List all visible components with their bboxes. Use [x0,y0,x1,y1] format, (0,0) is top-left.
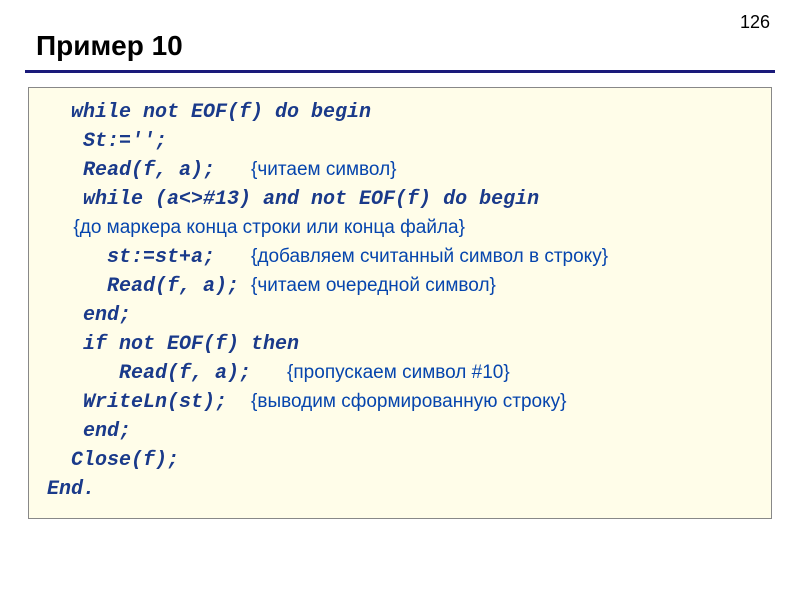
code-line-10a: Read(f, a); [47,362,287,385]
slide-title: Пример 10 [0,0,800,70]
code-line-14: End. [47,478,95,501]
code-line-13: Close(f); [47,449,179,472]
code-line-1: while not EOF(f) do begin [47,101,371,124]
comment-10: {пропускаем символ #10} [287,362,510,383]
code-line-11a: WriteLn(st); [47,391,251,414]
comment-7: {читаем очередной символ} [251,275,496,296]
code-line-7a: Read(f, a); [47,275,251,298]
comment-6: {добавляем считанный символ в строку} [251,246,608,267]
code-line-3a: Read(f, a); [47,159,251,182]
comment-3: {читаем символ} [251,159,396,180]
page-number: 126 [740,12,770,33]
comment-11: {выводим сформированную строку} [251,391,566,412]
code-line-8: end; [47,304,131,327]
code-line-12: end; [47,420,131,443]
code-line-4: while (a<>#13) and not EOF(f) do begin [47,188,539,211]
code-line-2: St:=''; [47,130,167,153]
title-underline [25,70,775,73]
code-line-9: if not EOF(f) then [47,333,299,356]
code-block: while not EOF(f) do begin St:=''; Read(f… [28,87,772,519]
code-line-6a: st:=st+a; [47,246,251,269]
comment-5: {до маркера конца строки или конца файла… [47,217,465,238]
